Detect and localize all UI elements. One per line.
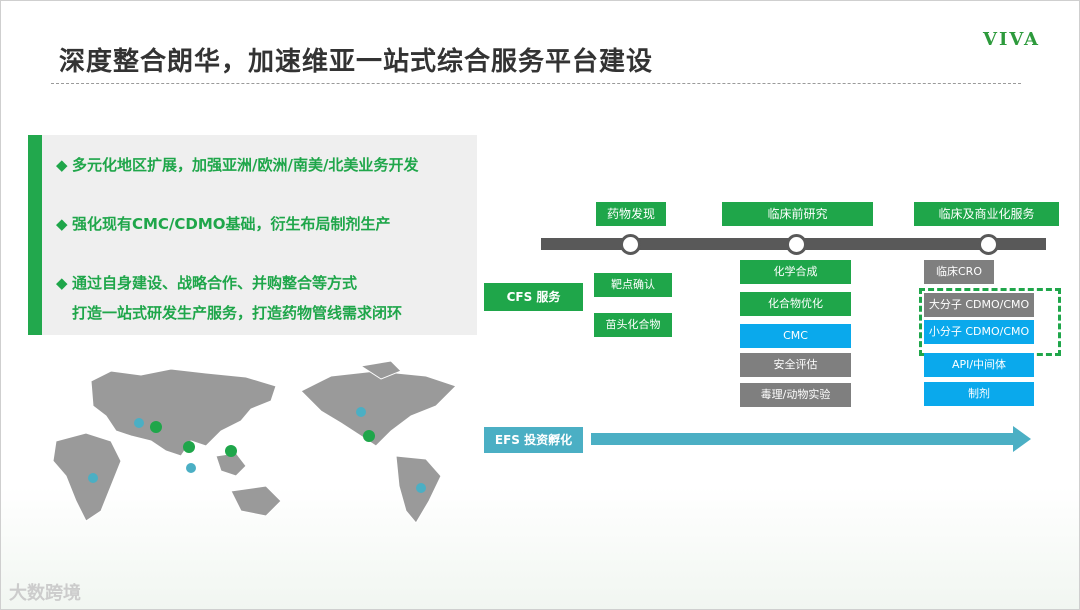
slide-title: 深度整合朗华，加速维亚一站式综合服务平台建设 [59,47,654,77]
map-marker-brazil [416,483,426,493]
service-clinical-cro: 临床CRO [924,260,994,284]
service-large-molecule-cdmo: 大分子 CDMO/CMO [924,293,1034,317]
stage-preclinical: 临床前研究 [722,202,873,226]
bullet-item-3: ◆ 通过自身建设、战略合作、并购整合等方式 打造一站式研发生产服务，打造药物管线需… [56,272,402,323]
map-marker-sea [186,463,196,473]
bullet-item-2: ◆ 强化现有CMC/CDMO基础，衍生布局制剂生产 [56,213,391,234]
title-divider [51,83,1021,84]
service-small-molecule-cdmo: 小分子 CDMO/CMO [924,320,1034,344]
service-api-intermediate: API/中间体 [924,353,1034,377]
slide: 深度整合朗华，加速维亚一站式综合服务平台建设 VIVA ◆ 多元化地区扩展，加强亚… [0,0,1080,610]
map-marker-europe-green [150,421,162,433]
stage-clinical-commercial: 临床及商业化服务 [914,202,1059,226]
diamond-icon: ◆ [56,215,68,233]
service-toxicology: 毒理/动物实验 [740,383,851,407]
bullet-item-1: ◆ 多元化地区扩展，加强亚洲/欧洲/南美/北美业务开发 [56,154,418,175]
service-chemical-synthesis: 化学合成 [740,260,851,284]
map-marker-china [225,445,237,457]
cfs-service-label: CFS 服务 [484,283,583,311]
diamond-icon: ◆ [56,274,68,292]
map-marker-india [183,441,195,453]
efs-incubation-label: EFS 投资孵化 [484,427,583,453]
efs-arrow [591,426,1031,452]
service-cmc: CMC [740,324,851,348]
service-formulation: 制剂 [924,382,1034,406]
map-marker-canada [356,407,366,417]
bullet-text-3a: 通过自身建设、战略合作、并购整合等方式 [72,274,358,292]
watermark-text: 大数跨境 [9,583,81,604]
service-hit-compound: 苗头化合物 [594,313,672,337]
map-marker-africa [88,473,98,483]
map-marker-usa [363,430,375,442]
bullet-text-3b: 打造一站式研发生产服务，打造药物管线需求闭环 [72,304,403,322]
map-marker-europe [134,418,144,428]
service-safety-assessment: 安全评估 [740,353,851,377]
timeline-node-3 [978,234,999,255]
world-map [52,361,457,524]
service-compound-optimization: 化合物优化 [740,292,851,316]
bullet-text-1: 多元化地区扩展，加强亚洲/欧洲/南美/北美业务开发 [72,156,419,174]
diamond-icon: ◆ [56,156,68,174]
viva-logo: VIVA [983,29,1040,50]
bullet-panel-accent-bar [28,135,42,335]
bullet-text-2: 强化现有CMC/CDMO基础，衍生布局制剂生产 [72,215,391,233]
service-target-validation: 靶点确认 [594,273,672,297]
timeline-node-1 [620,234,641,255]
stage-drug-discovery: 药物发现 [596,202,666,226]
timeline-node-2 [786,234,807,255]
